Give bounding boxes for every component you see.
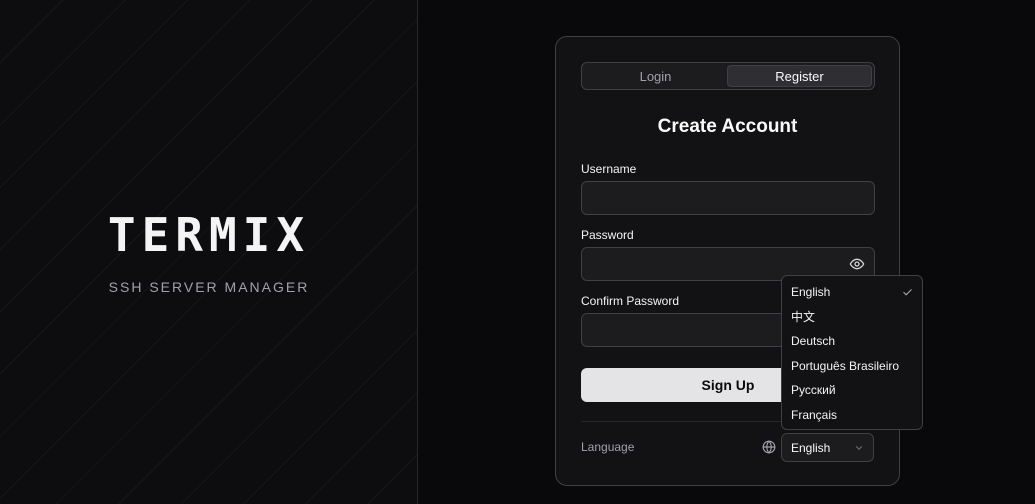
confirm-password-label: Confirm Password — [581, 294, 680, 308]
language-option-label: Русский — [791, 383, 836, 398]
language-label: Language — [581, 440, 635, 454]
language-option-english[interactable]: English — [782, 280, 922, 305]
page-title: Create Account — [657, 116, 798, 137]
language-option-label: Français — [791, 407, 838, 422]
language-option-label: Deutsch — [791, 334, 836, 349]
language-option-label: Português Brasileiro — [791, 358, 900, 373]
language-option-chinese[interactable]: 中文 — [782, 305, 922, 330]
auth-tabs: Login Register — [581, 62, 875, 90]
app-tagline: SSH SERVER MANAGER — [108, 279, 310, 295]
tab-register[interactable]: Register — [727, 65, 872, 87]
language-option-portuguese[interactable]: Português Brasileiro — [782, 354, 922, 379]
language-option-label: English — [791, 285, 831, 300]
language-option-russian[interactable]: Русский — [782, 378, 922, 403]
language-option-german[interactable]: Deutsch — [782, 329, 922, 354]
app-logo-title: TERMIX — [107, 208, 311, 262]
username-label: Username — [581, 162, 637, 176]
chevron-down-icon — [855, 445, 863, 450]
check-icon — [903, 289, 912, 296]
branding-panel: TERMIX SSH SERVER MANAGER — [0, 0, 418, 504]
username-input[interactable] — [581, 181, 875, 215]
tab-login[interactable]: Login — [584, 65, 727, 87]
password-label: Password — [581, 228, 634, 242]
globe-icon — [762, 440, 776, 454]
language-option-label: 中文 — [791, 310, 816, 325]
eye-icon[interactable] — [849, 256, 865, 272]
language-select-value: English — [791, 440, 831, 455]
language-select[interactable]: English — [781, 433, 874, 462]
language-dropdown: English 中文 Deutsch Português Brasileiro … — [781, 275, 923, 430]
language-option-french[interactable]: Français — [782, 403, 922, 428]
